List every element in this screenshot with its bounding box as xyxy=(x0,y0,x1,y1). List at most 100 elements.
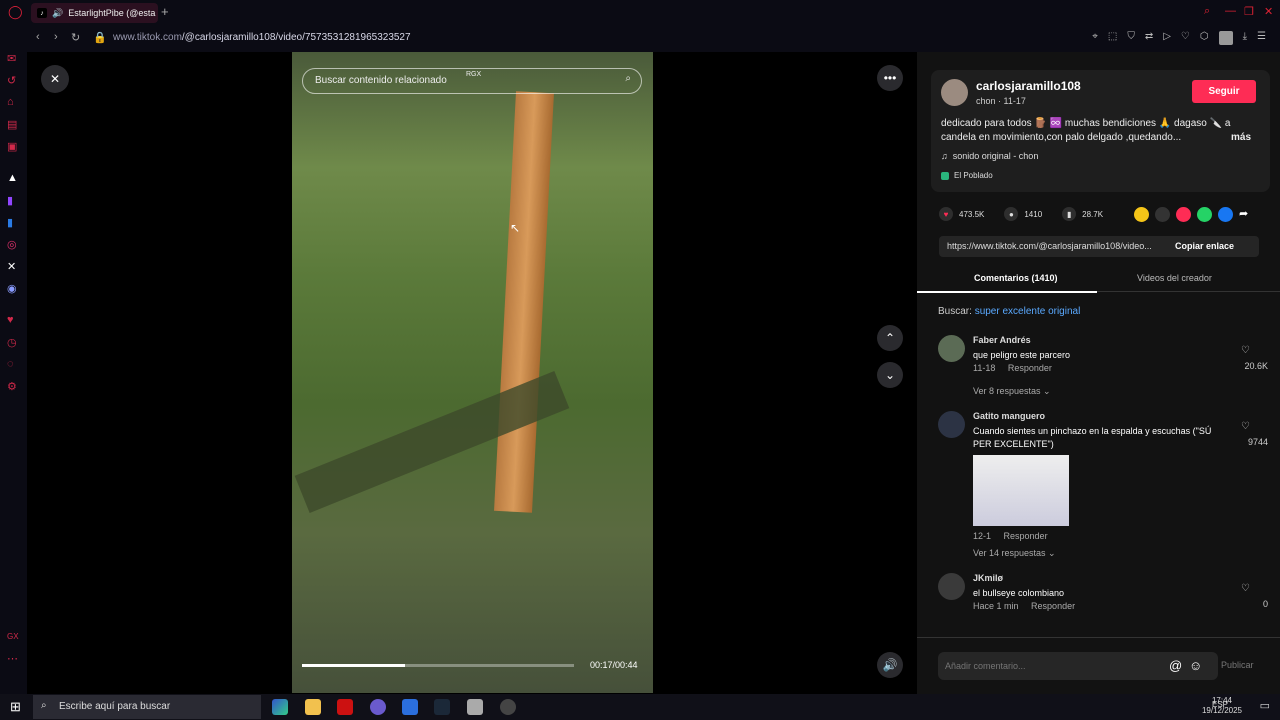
send-icon[interactable] xyxy=(1176,207,1191,222)
view-replies-button[interactable]: Ver 14 respuestas ⌄ xyxy=(973,548,1056,559)
comment-like-icon[interactable]: ♡ xyxy=(1241,583,1250,594)
author-avatar[interactable] xyxy=(941,79,968,106)
forward-icon[interactable]: › xyxy=(54,31,58,43)
pin-icon[interactable]: ⌖ xyxy=(1092,31,1098,45)
new-tab-button[interactable]: + xyxy=(161,4,169,19)
profile-avatar[interactable] xyxy=(1218,31,1233,45)
video-progress-bar[interactable] xyxy=(302,664,574,667)
extensions-icon[interactable]: ⬡ xyxy=(1200,31,1209,45)
comment-avatar[interactable] xyxy=(938,411,965,438)
close-window-button[interactable]: ✕ xyxy=(1264,5,1273,18)
url-field[interactable]: www.tiktok.com/@carlosjaramillo108/video… xyxy=(113,32,411,43)
sidebar-chat-icon[interactable]: ◌ xyxy=(7,358,14,370)
sidebar-messenger-icon[interactable]: ✉ xyxy=(7,52,16,65)
comment-icon[interactable]: ● xyxy=(1004,207,1019,221)
browser-tab[interactable]: ♪ 🔊 EstarlightPibe (@esta xyxy=(31,3,158,23)
sidebar-discord-icon[interactable]: ◉ xyxy=(7,282,17,295)
sidebar-heart-icon[interactable]: ♥ xyxy=(7,314,14,326)
comment-avatar[interactable] xyxy=(938,335,965,362)
sidebar-settings-icon[interactable]: ⚙ xyxy=(7,380,17,393)
sidebar-wallet-icon[interactable]: ⌂ xyxy=(7,96,14,108)
comment-avatar[interactable] xyxy=(938,573,965,600)
reply-button[interactable]: Responder xyxy=(1008,363,1052,373)
sidebar-vk-icon[interactable]: ▮ xyxy=(7,216,13,229)
video-player[interactable]: Buscar contenido relacionado RGX ⌕ 00:17… xyxy=(292,52,653,693)
mention-icon[interactable]: @ xyxy=(1169,658,1182,673)
sidebar-history-icon[interactable]: ↺ xyxy=(7,74,16,87)
app-icon[interactable] xyxy=(467,699,483,715)
maximize-button[interactable]: ❐ xyxy=(1244,5,1254,18)
location-tag[interactable]: El Poblado xyxy=(941,171,993,180)
tab-comments[interactable]: Comentarios (1410) xyxy=(917,273,1097,293)
comment-image[interactable] xyxy=(973,455,1069,526)
search-suggestion[interactable]: Buscar: super excelente original xyxy=(938,306,1080,317)
opera-logo-icon[interactable]: ◯ xyxy=(8,4,23,20)
whatsapp-icon[interactable] xyxy=(1197,207,1212,222)
comment-author[interactable]: Gatito manguero xyxy=(973,411,1045,421)
search-icon[interactable]: ⌕ xyxy=(1204,5,1210,18)
sidebar-instagram-icon[interactable]: ◎ xyxy=(7,238,17,251)
sound-link[interactable]: ♫ sonido original - chon xyxy=(941,151,1038,161)
sidebar-clock-icon[interactable]: ◷ xyxy=(7,336,17,349)
discord-app-icon[interactable] xyxy=(370,699,386,715)
comment-like-icon[interactable]: ♡ xyxy=(1241,421,1250,432)
back-icon[interactable]: ‹ xyxy=(36,31,40,43)
facebook-icon[interactable] xyxy=(1218,207,1233,222)
sidebar-twitch-icon[interactable]: ▮ xyxy=(7,194,13,207)
follow-button[interactable]: Seguir xyxy=(1192,80,1256,103)
comment-like-icon[interactable]: ♡ xyxy=(1241,345,1250,356)
comment-author[interactable]: JKmilø xyxy=(973,573,1003,583)
previous-video-button[interactable]: ⌃ xyxy=(877,325,903,351)
post-comment-button[interactable]: Publicar xyxy=(1221,660,1254,670)
more-options-button[interactable]: ••• xyxy=(877,65,903,91)
steam-icon[interactable] xyxy=(434,699,450,715)
tab-title: EstarlightPibe (@esta xyxy=(68,8,156,18)
taskbar-search[interactable]: ⌕ Escribe aquí para buscar xyxy=(33,695,261,719)
copy-link-button[interactable]: Copiar enlace xyxy=(1170,236,1239,256)
emoji-share-icon[interactable] xyxy=(1134,207,1149,222)
sidebar-gx-icon[interactable]: GX xyxy=(7,632,19,641)
next-video-button[interactable]: ⌄ xyxy=(877,362,903,388)
view-replies-button[interactable]: Ver 8 respuestas ⌄ xyxy=(973,386,1051,397)
embed-icon[interactable] xyxy=(1155,207,1170,222)
copilot-icon[interactable] xyxy=(272,699,288,715)
opera-gx-icon[interactable] xyxy=(337,699,353,715)
sidebar-more-icon[interactable]: ⋯ xyxy=(7,652,18,665)
close-video-button[interactable]: ✕ xyxy=(41,65,69,93)
heart-icon[interactable]: ♡ xyxy=(1181,31,1190,45)
download-icon[interactable]: ⤓ xyxy=(1243,31,1247,45)
translate-icon[interactable]: ⇄ xyxy=(1145,31,1153,45)
taskbar-search-placeholder: Escribe aquí para buscar xyxy=(59,701,171,712)
menu-icon[interactable]: ☰ xyxy=(1257,31,1266,45)
sidebar-bookmark-icon[interactable]: ▣ xyxy=(7,140,17,153)
video-time: 00:17/00:44 xyxy=(590,660,638,670)
play-icon[interactable]: ▷ xyxy=(1163,31,1171,45)
related-search-input[interactable]: Buscar contenido relacionado RGX ⌕ xyxy=(302,68,642,94)
comment-author[interactable]: Faber Andrés xyxy=(973,335,1031,345)
share-arrow-icon[interactable]: ➦ xyxy=(1239,207,1254,222)
tab-creator-videos[interactable]: Videos del creador xyxy=(1137,273,1212,283)
obs-icon[interactable] xyxy=(500,699,516,715)
meta-app-icon[interactable] xyxy=(402,699,418,715)
file-explorer-icon[interactable] xyxy=(305,699,321,715)
reply-button[interactable]: Responder xyxy=(1031,601,1075,611)
shield-icon[interactable]: ⛉ xyxy=(1127,31,1135,45)
speaker-icon[interactable]: 🔊 xyxy=(52,8,63,19)
notification-icon[interactable]: ▭ xyxy=(1260,699,1270,712)
snapshot-icon[interactable]: ⬚ xyxy=(1108,31,1117,45)
bookmark-icon[interactable]: ▮ xyxy=(1062,207,1077,221)
like-icon[interactable]: ♥ xyxy=(939,207,953,221)
more-link[interactable]: más xyxy=(1231,131,1251,145)
emoji-icon[interactable]: ☺ xyxy=(1189,658,1202,673)
volume-button[interactable]: 🔊 xyxy=(877,652,903,678)
sidebar-aria-icon[interactable]: ▲ xyxy=(7,172,18,184)
reply-button[interactable]: Responder xyxy=(1004,531,1048,541)
reload-icon[interactable]: ↻ xyxy=(71,31,80,44)
minimize-button[interactable]: — xyxy=(1225,5,1236,17)
windows-start-icon[interactable]: ⊞ xyxy=(10,699,21,715)
sidebar-news-icon[interactable]: ▤ xyxy=(7,118,17,131)
taskbar-clock[interactable]: 17:44 19/12/2025 xyxy=(1202,696,1242,716)
search-icon[interactable]: ⌕ xyxy=(625,73,631,84)
author-username[interactable]: carlosjaramillo108 xyxy=(976,79,1081,93)
sidebar-x-icon[interactable]: ✕ xyxy=(7,260,16,273)
